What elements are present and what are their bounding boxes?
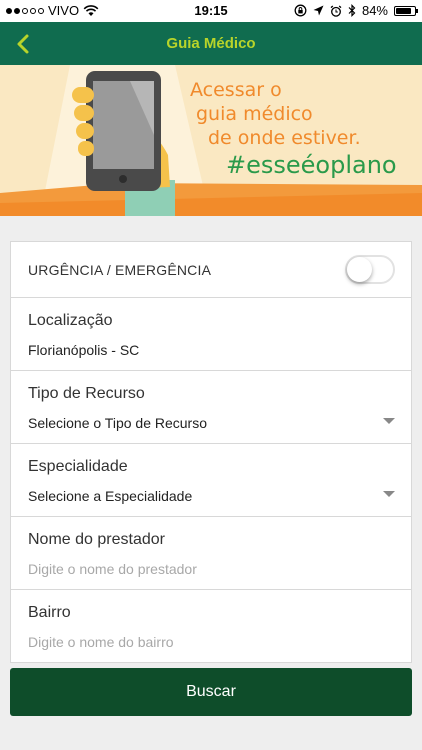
caret-down-icon: [383, 418, 395, 424]
tipo-recurso-value: Selecione o Tipo de Recurso: [28, 415, 207, 431]
search-button[interactable]: Buscar: [10, 668, 412, 716]
page-title: Guia Médico: [166, 35, 256, 52]
tipo-recurso-label: Tipo de Recurso: [28, 385, 145, 402]
toggle-knob: [347, 257, 372, 282]
status-right: 84%: [294, 3, 418, 18]
urgencia-toggle[interactable]: [345, 255, 395, 284]
especialidade-select[interactable]: Especialidade Selecione a Especialidade: [11, 444, 411, 517]
especialidade-value: Selecione a Especialidade: [28, 488, 193, 504]
promo-banner: Acessar o guia médico de onde estiver. #…: [0, 65, 422, 216]
urgencia-label: URGÊNCIA / EMERGÊNCIA: [28, 262, 212, 278]
banner-hashtag: #esseéoplano: [226, 151, 397, 179]
tipo-recurso-select[interactable]: Tipo de Recurso Selecione o Tipo de Recu…: [11, 371, 411, 444]
localizacao-value: Florianópolis - SC: [28, 342, 140, 358]
banner-line-2: guia médico: [196, 103, 313, 125]
localizacao-field[interactable]: Localização Florianópolis - SC: [11, 298, 411, 371]
localizacao-label: Localização: [28, 312, 113, 329]
location-arrow-icon: [313, 5, 324, 16]
caret-down-icon: [383, 491, 395, 497]
bairro-input[interactable]: [28, 634, 388, 650]
navigation-bar: Guia Médico: [0, 22, 422, 65]
nome-prestador-label: Nome do prestador: [28, 531, 165, 548]
status-bar: VIVO 19:15 84%: [0, 0, 422, 22]
especialidade-label: Especialidade: [28, 458, 128, 475]
battery-percent: 84%: [361, 3, 388, 18]
nome-prestador-row: Nome do prestador: [11, 517, 411, 590]
alarm-icon: [330, 5, 342, 17]
bairro-row: Bairro: [11, 590, 411, 662]
banner-line-1: Acessar o: [190, 79, 282, 101]
nome-prestador-input[interactable]: [28, 561, 388, 577]
bluetooth-icon: [348, 4, 356, 17]
bairro-label: Bairro: [28, 604, 71, 621]
urgencia-row: URGÊNCIA / EMERGÊNCIA: [11, 242, 411, 298]
banner-headline: Acessar o guia médico de onde estiver.: [190, 78, 415, 150]
search-form: URGÊNCIA / EMERGÊNCIA Localização Floria…: [10, 241, 412, 663]
battery-icon: [394, 5, 418, 16]
rotation-lock-icon: [294, 4, 307, 17]
banner-line-3: de onde estiver.: [208, 127, 361, 149]
